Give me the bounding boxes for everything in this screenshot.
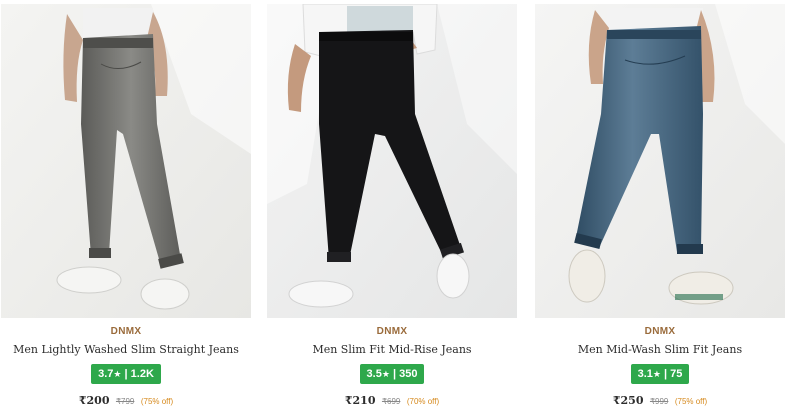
blue-jeans-photo <box>535 4 785 318</box>
rating-badge: 3.1★ | 75 <box>630 364 690 384</box>
star-icon: ★ <box>381 369 390 379</box>
grey-jeans-photo <box>1 4 251 318</box>
rating-value: 3.5 <box>366 368 382 380</box>
original-price: ₹999 <box>649 397 669 406</box>
product-brand: DNMX <box>376 326 408 337</box>
current-price: ₹210 <box>344 394 376 407</box>
product-card[interactable]: DNMX Men Lightly Washed Slim Straight Je… <box>1 0 251 416</box>
discount-label: (75% off) <box>674 397 708 406</box>
discount-label: (75% off) <box>140 397 174 406</box>
product-title[interactable]: Men Mid-Wash Slim Fit Jeans <box>535 343 785 356</box>
product-brand: DNMX <box>644 326 676 337</box>
rating-badge: 3.5★ | 350 <box>359 364 425 384</box>
current-price: ₹200 <box>78 394 110 407</box>
product-image[interactable] <box>267 4 517 318</box>
product-title[interactable]: Men Lightly Washed Slim Straight Jeans <box>1 343 251 356</box>
rating-row: 3.1★ | 75 <box>535 364 785 384</box>
product-grid: DNMX Men Lightly Washed Slim Straight Je… <box>0 0 800 416</box>
original-price: ₹799 <box>115 397 135 406</box>
star-icon: ★ <box>113 369 122 379</box>
price-row: ₹210 ₹699 (70% off) <box>267 391 517 409</box>
product-card[interactable]: DNMX Men Slim Fit Mid-Rise Jeans 3.5★ | … <box>267 0 517 416</box>
black-jeans-photo <box>267 4 517 318</box>
star-icon: ★ <box>652 369 661 379</box>
price-row: ₹250 ₹999 (75% off) <box>535 391 785 409</box>
original-price: ₹699 <box>381 397 401 406</box>
review-count: 350 <box>399 368 418 380</box>
review-count: 75 <box>670 368 683 380</box>
discount-label: (70% off) <box>406 397 440 406</box>
product-title[interactable]: Men Slim Fit Mid-Rise Jeans <box>267 343 517 356</box>
rating-badge: 3.7★ | 1.2K <box>91 364 161 384</box>
rating-value: 3.1 <box>637 368 653 380</box>
review-count: 1.2K <box>130 368 154 380</box>
rating-row: 3.5★ | 350 <box>267 364 517 384</box>
product-brand: DNMX <box>110 326 142 337</box>
product-card[interactable]: DNMX Men Mid-Wash Slim Fit Jeans 3.1★ | … <box>535 0 785 416</box>
product-image[interactable] <box>1 4 251 318</box>
current-price: ₹250 <box>612 394 644 407</box>
product-image[interactable] <box>535 4 785 318</box>
rating-row: 3.7★ | 1.2K <box>1 364 251 384</box>
price-row: ₹200 ₹799 (75% off) <box>1 391 251 409</box>
rating-value: 3.7 <box>98 368 114 380</box>
